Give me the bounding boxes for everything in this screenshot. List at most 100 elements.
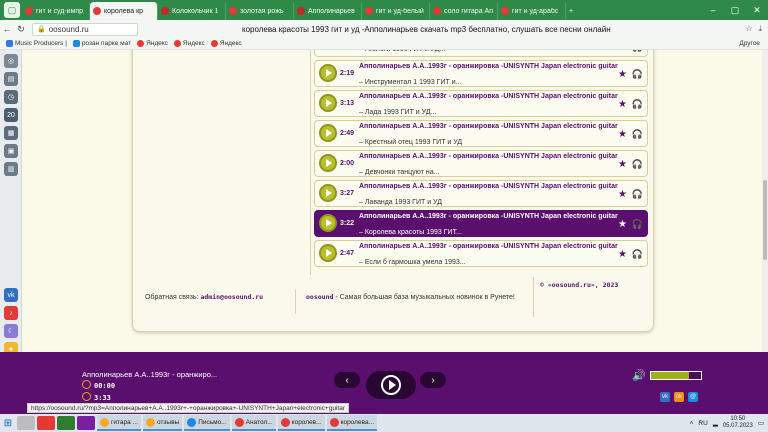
collections-icon[interactable]: ▣ (4, 144, 18, 158)
close-window-icon[interactable]: ✕ (746, 5, 768, 16)
history-icon[interactable]: ◷ (4, 90, 18, 104)
headphones-icon[interactable]: 🎧 (632, 249, 643, 260)
taskbar-window[interactable]: отзывы (142, 415, 183, 431)
track-title[interactable]: Апполинарьев А.А..1993г - оранжировка -U… (359, 153, 619, 161)
track-title[interactable]: Апполинарьев А.А..1993г - оранжировка -U… (359, 243, 619, 251)
bookmark-item[interactable]: Яндекс (210, 40, 242, 47)
search-icon[interactable] (17, 416, 35, 430)
taskbar-window[interactable]: королева... (326, 415, 378, 431)
track-item[interactable]: 2:49 Апполинарьев А.А..1993г - оранжировк… (314, 120, 648, 147)
volume-icon[interactable]: 🔊 (632, 369, 646, 382)
yandex-taskbar-icon[interactable] (37, 416, 55, 430)
headphones-icon[interactable]: 🎧 (632, 219, 643, 230)
alice-icon[interactable]: ◎ (4, 54, 18, 68)
taskbar-window[interactable]: королев... (277, 415, 325, 431)
tabs-icon[interactable]: ▤ (4, 72, 18, 86)
track-item[interactable]: 3:13 Апполинарьев А.А..1993г - оранжировк… (314, 90, 648, 117)
download-icon[interactable]: ⤓ (758, 24, 762, 34)
browser-tab[interactable]: гит и суд-импр (22, 2, 90, 20)
windows-start-icon[interactable]: ⊞ (0, 415, 16, 431)
track-title[interactable]: Апполинарьев А.А..1993г - оранжировка -U… (359, 213, 619, 221)
browser-tab[interactable]: королева кр (90, 2, 158, 20)
headphones-icon[interactable]: 🎧 (632, 159, 643, 170)
favorite-star-icon[interactable]: ★ (618, 69, 627, 80)
track-item[interactable]: 2:19 Апполинарьев А.А..1993г - оранжировк… (314, 60, 648, 87)
play-icon[interactable] (319, 124, 337, 142)
track-title[interactable]: Апполинарьев А.А..1993г - оранжировка -U… (359, 183, 619, 191)
badge-20-icon[interactable]: 20 (4, 108, 18, 122)
vk-share-icon[interactable]: vk (660, 392, 670, 402)
vk-icon[interactable]: vk (4, 288, 18, 302)
new-tab-button[interactable]: + (566, 2, 580, 20)
play-icon[interactable] (319, 184, 337, 202)
taskbar-window[interactable]: гитара ... (97, 415, 141, 431)
browser-tab[interactable]: гит и уд-арабс (498, 2, 566, 20)
headphones-icon[interactable]: 🎧 (632, 129, 643, 140)
bookmark-star-icon[interactable]: ☆ (745, 24, 752, 34)
track-item[interactable]: 3:22 Апполинарьев А.А..1993г - оранжировк… (314, 210, 648, 237)
back-arrow-icon[interactable]: ← (0, 24, 14, 34)
track-title[interactable]: Апполинарьев А.А..1993г - оранжировка -U… (359, 123, 619, 131)
favorite-star-icon[interactable]: ★ (618, 219, 627, 230)
ok-share-icon[interactable]: ok (674, 392, 684, 402)
app-taskbar-icon[interactable] (77, 416, 95, 430)
bookmark-item[interactable]: Яндекс (137, 40, 168, 47)
previous-icon[interactable]: ‹ (334, 372, 360, 388)
play-button[interactable] (366, 371, 416, 399)
browser-tab[interactable]: Апполинарьев (294, 2, 362, 20)
url-field[interactable]: 🔒 oosound.ru (32, 22, 138, 36)
reload-icon[interactable]: ↻ (14, 24, 28, 35)
favorite-star-icon[interactable]: ★ (618, 159, 627, 170)
track-item[interactable]: 2:59guitar– Геологи 1993 ГИТ и УД...★🎧 (314, 50, 648, 57)
play-icon[interactable] (319, 214, 337, 232)
footer-copyright: © «oosound.ru», 2023 (533, 277, 653, 317)
other-bookmarks[interactable]: Другое (739, 40, 760, 47)
app-taskbar-icon[interactable] (57, 416, 75, 430)
notifications-icon[interactable]: ▭ (758, 419, 764, 427)
tab-actions-icon[interactable]: ▢ (4, 2, 20, 18)
taskbar-window[interactable]: Письмо... (184, 415, 230, 431)
headphones-icon[interactable]: 🎧 (632, 99, 643, 110)
language-indicator[interactable]: RU (698, 420, 707, 427)
headphones-icon[interactable]: 🎧 (632, 69, 643, 80)
clock[interactable]: 10:50 05.07.2023 (723, 416, 753, 430)
moon-icon[interactable]: ☾ (4, 324, 18, 338)
tray-arrow-icon[interactable]: ˄ (690, 420, 694, 427)
track-subtitle: – Инструментал 1 1993 ГИТ и... (359, 79, 462, 86)
favorite-star-icon[interactable]: ★ (618, 50, 627, 53)
play-icon[interactable] (319, 154, 337, 172)
maximize-icon[interactable]: ▢ (724, 5, 746, 16)
bookmark-item[interactable]: Яндекс (173, 40, 205, 47)
next-icon[interactable]: › (420, 372, 446, 388)
track-title[interactable]: Апполинарьев А.А..1993г - оранжировка -U… (359, 93, 619, 101)
minimize-icon[interactable]: – (702, 5, 724, 15)
favorite-star-icon[interactable]: ★ (618, 189, 627, 200)
play-icon[interactable] (319, 64, 337, 82)
browser-tab[interactable]: соло гитара Ап (430, 2, 498, 20)
mail-share-icon[interactable]: @ (688, 392, 698, 402)
headphones-icon[interactable]: 🎧 (632, 50, 643, 53)
browser-tab[interactable]: гит и уд-белый (362, 2, 430, 20)
downloads-icon[interactable]: ▥ (4, 162, 18, 176)
page-scrollbar[interactable] (762, 50, 768, 352)
volume-slider[interactable] (650, 371, 702, 380)
track-item[interactable]: 2:47 Апполинарьев А.А..1993г - оранжировк… (314, 240, 648, 267)
favorite-star-icon[interactable]: ★ (618, 99, 627, 110)
contact-email-link[interactable]: admin@oosound.ru (200, 293, 263, 301)
network-icon[interactable]: ▂ (713, 419, 718, 427)
taskbar-window[interactable]: Анатол... (231, 415, 276, 431)
play-icon[interactable] (319, 94, 337, 112)
track-item[interactable]: 2:00 Апполинарьев А.А..1993г - оранжировк… (314, 150, 648, 177)
browser-tab[interactable]: Колокольчик 1 (158, 2, 226, 20)
favorite-star-icon[interactable]: ★ (618, 129, 627, 140)
browser-tab[interactable]: золотая рожь (226, 2, 294, 20)
track-title[interactable]: Апполинарьев А.А..1993г - оранжировка -U… (359, 63, 619, 71)
favorite-star-icon[interactable]: ★ (618, 249, 627, 260)
bookmark-item[interactable]: Music Producers | (6, 40, 67, 47)
track-item[interactable]: 3:27 Апполинарьев А.А..1993г - оранжировк… (314, 180, 648, 207)
play-icon[interactable] (319, 244, 337, 262)
music-icon[interactable]: ♪ (4, 306, 18, 320)
bookmark-item[interactable]: розан парке мат (72, 40, 131, 47)
notes-icon[interactable]: ▦ (4, 126, 18, 140)
headphones-icon[interactable]: 🎧 (632, 189, 643, 200)
